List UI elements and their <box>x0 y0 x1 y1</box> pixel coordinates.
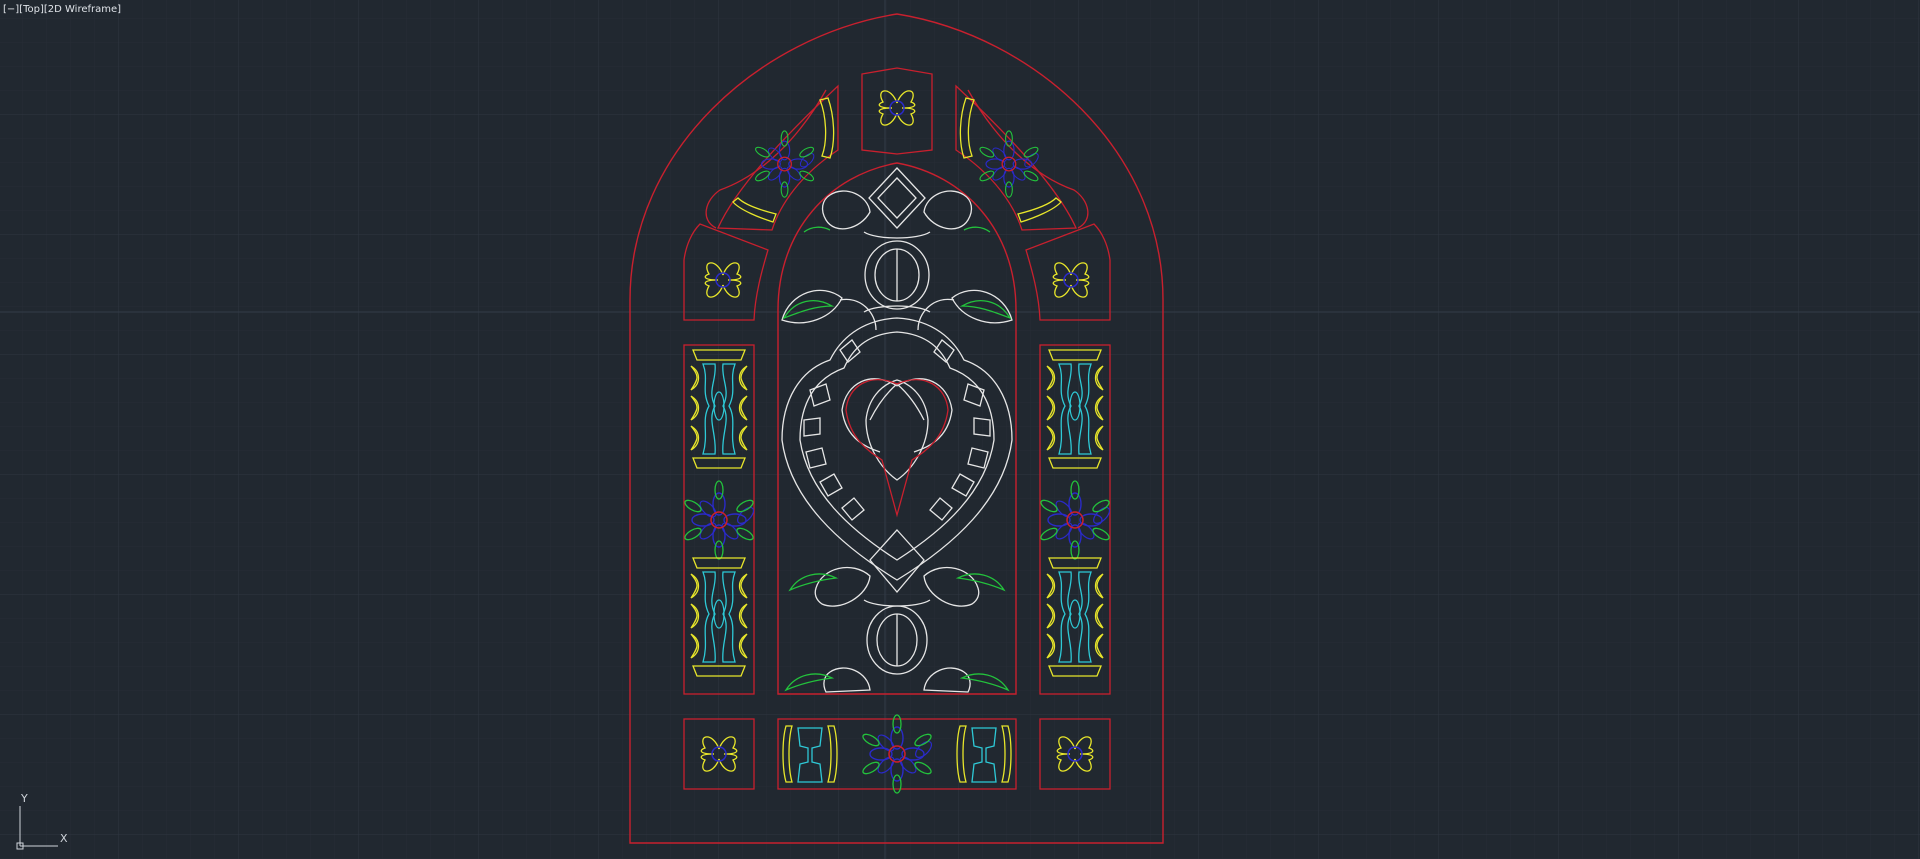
drawing-viewport[interactable]: [−][Top][2D Wireframe] Y X <box>0 0 1920 859</box>
viewport-controls-label[interactable]: [−][Top][2D Wireframe] <box>3 3 121 17</box>
ucs-x-label: X <box>60 832 68 845</box>
model-space-canvas[interactable] <box>0 0 1920 859</box>
ucs-icon: Y X <box>10 792 80 852</box>
ucs-y-label: Y <box>21 792 28 805</box>
